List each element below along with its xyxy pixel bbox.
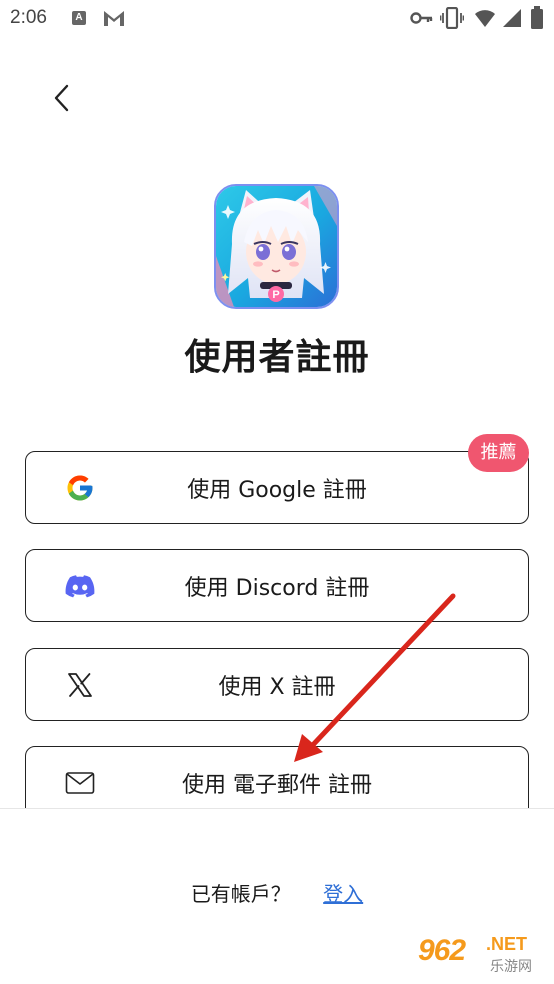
discord-icon xyxy=(64,570,96,602)
google-signup-button[interactable]: 使用 Google 註冊 xyxy=(25,451,529,524)
login-prompt: 已有帳戶？ xyxy=(190,882,291,906)
watermark-subtitle: 乐游网 xyxy=(490,959,532,975)
login-link[interactable]: 登入 xyxy=(323,882,363,906)
google-icon xyxy=(64,472,96,504)
svg-text:P: P xyxy=(272,289,279,301)
discord-signup-button[interactable]: 使用 Discord 註冊 xyxy=(25,549,529,622)
x-signup-button[interactable]: 使用 X 註冊 xyxy=(25,648,529,721)
key-icon xyxy=(410,10,434,30)
vibrate-icon xyxy=(439,6,465,33)
signup-screen: 2:06 A P 使用者註冊 使用 Google 註冊 推薦 使用 Discor… xyxy=(0,0,554,984)
wifi-icon xyxy=(474,8,496,32)
x-signup-label: 使用 X 註冊 xyxy=(218,674,336,700)
gmail-icon xyxy=(103,9,125,31)
status-time: 2:06 xyxy=(10,7,47,28)
mail-icon xyxy=(64,767,96,799)
back-button[interactable] xyxy=(44,80,80,116)
recommended-badge: 推薦 xyxy=(468,434,529,472)
page-title: 使用者註冊 xyxy=(184,337,370,378)
app-logo: P xyxy=(214,184,339,309)
x-icon xyxy=(64,669,96,701)
discord-signup-label: 使用 Discord 註冊 xyxy=(184,575,370,601)
watermark-number: 962 xyxy=(418,934,466,967)
battery-icon xyxy=(530,6,544,34)
watermark-suffix: .NET xyxy=(486,934,528,954)
status-bar: 2:06 A xyxy=(0,0,554,38)
email-signup-label: 使用 電子郵件 註冊 xyxy=(182,772,372,798)
login-row: 已有帳戶？ 登入 xyxy=(0,878,554,907)
watermark-logo: 962 .NET 乐游网 xyxy=(412,932,552,982)
a-icon: A xyxy=(72,11,86,25)
google-signup-label: 使用 Google 註冊 xyxy=(187,477,367,503)
signal-icon xyxy=(502,8,522,32)
chevron-left-icon xyxy=(54,84,69,112)
